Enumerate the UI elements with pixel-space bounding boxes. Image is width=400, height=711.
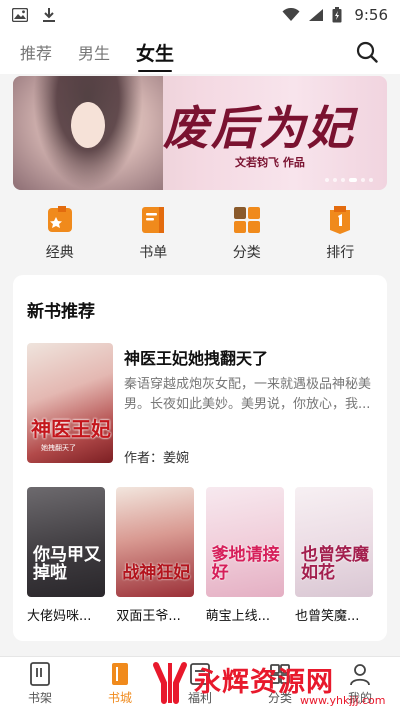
top-nav: 推荐 男生 女生 <box>0 30 400 74</box>
watermark-url: www.yhkjjj.com <box>300 694 386 707</box>
clock: 9:56 <box>354 6 388 24</box>
book-cover-title: 也曾笑魔如花 <box>300 545 369 584</box>
featured-book-cover[interactable]: 神医王妃 她拽翻天了 <box>27 343 113 463</box>
wifi-icon <box>282 8 300 21</box>
quick-classic-label: 经典 <box>45 245 74 261</box>
featured-book-author: 作者：姜婉 <box>124 447 189 466</box>
download-icon <box>43 8 55 22</box>
battery-icon <box>332 7 342 23</box>
signal-icon <box>309 9 324 21</box>
tab-male[interactable]: 男生 <box>78 40 110 64</box>
book-item[interactable]: 你马甲又掉啦 大佬妈咪... <box>27 487 105 627</box>
book-cover-title: 爹地请接好 <box>211 545 280 584</box>
nav-bookstore[interactable]: 书城 <box>80 657 160 711</box>
quick-classic[interactable]: 经典 <box>25 204 95 266</box>
book-cover-title: 你马甲又掉啦 <box>33 545 101 584</box>
watermark: 永辉资源网 www.yhkjjj.com <box>150 654 400 711</box>
watermark-logo-icon <box>153 661 187 704</box>
quick-ranking[interactable]: 排行 <box>305 204 375 266</box>
new-books-section: 新书推荐 神医王妃 她拽翻天了 神医王妃她拽翻天了 秦语穿越成炮灰女配，一来就遇… <box>13 275 387 641</box>
nav-bookstore-label: 书城 <box>107 691 132 705</box>
search-button[interactable] <box>354 39 380 65</box>
quick-ranking-label: 排行 <box>326 245 355 261</box>
ranking-icon <box>330 206 351 234</box>
watermark-text: 永辉资源网 <box>194 667 334 698</box>
quick-booklist-label: 书单 <box>139 245 168 261</box>
promo-banner[interactable]: 废后为妃 文若钧飞 作品 <box>13 76 387 190</box>
book-cover: 你马甲又掉啦 <box>27 487 105 597</box>
book-title: 也曾笑魔... <box>294 609 360 624</box>
book-grid: 你马甲又掉啦 大佬妈咪... 战神狂妃 双面王爷... 爹地请接好 萌宝上线..… <box>27 487 373 627</box>
bookstore-icon <box>112 663 128 685</box>
book-cover-title: 战神狂妃 <box>122 563 191 584</box>
book-title: 双面王爷... <box>116 609 181 624</box>
section-title: 新书推荐 <box>27 302 95 322</box>
banner-author: 文若钧飞 作品 <box>235 156 305 169</box>
book-item[interactable]: 爹地请接好 萌宝上线... <box>205 487 284 627</box>
book-item[interactable]: 也曾笑魔如花 也曾笑魔... <box>294 487 373 627</box>
quick-categories: 经典 书单 分类 排行 <box>13 204 387 266</box>
featured-book-title[interactable]: 神医王妃她拽翻天了 <box>124 345 268 369</box>
featured-cover-title: 神医王妃 <box>31 417 111 441</box>
quick-category-label: 分类 <box>232 245 261 261</box>
featured-cover-subtitle: 她拽翻天了 <box>41 444 76 452</box>
image-icon <box>12 8 28 22</box>
book-title: 大佬妈咪... <box>27 609 92 624</box>
classic-icon <box>47 206 72 232</box>
book-item[interactable]: 战神狂妃 双面王爷... <box>116 487 195 627</box>
book-cover: 也曾笑魔如花 <box>294 487 373 597</box>
bookshelf-icon <box>30 662 50 686</box>
book-title: 萌宝上线... <box>205 609 271 624</box>
featured-book-description: 秦语穿越成炮灰女配，一来就遇极品神秘美男。长夜如此美妙。美男说，你放心，我... <box>124 377 372 412</box>
tab-recommend[interactable]: 推荐 <box>20 40 52 64</box>
quick-booklist[interactable]: 书单 <box>118 204 188 266</box>
book-cover: 爹地请接好 <box>205 487 284 597</box>
status-bar: 9:56 <box>0 0 400 30</box>
author-name: 姜婉 <box>163 451 190 466</box>
author-label: 作者： <box>124 451 164 466</box>
category-icon <box>233 207 260 233</box>
banner-indicator <box>325 178 373 182</box>
nav-bookshelf[interactable]: 书架 <box>0 657 80 711</box>
quick-category[interactable]: 分类 <box>212 204 282 266</box>
book-cover: 战神狂妃 <box>116 487 195 597</box>
tab-female[interactable]: 女生 <box>136 39 174 72</box>
booklist-icon <box>142 207 165 233</box>
banner-title: 废后为妃 <box>163 101 355 155</box>
search-icon <box>356 41 378 63</box>
nav-bookshelf-label: 书架 <box>27 691 52 705</box>
